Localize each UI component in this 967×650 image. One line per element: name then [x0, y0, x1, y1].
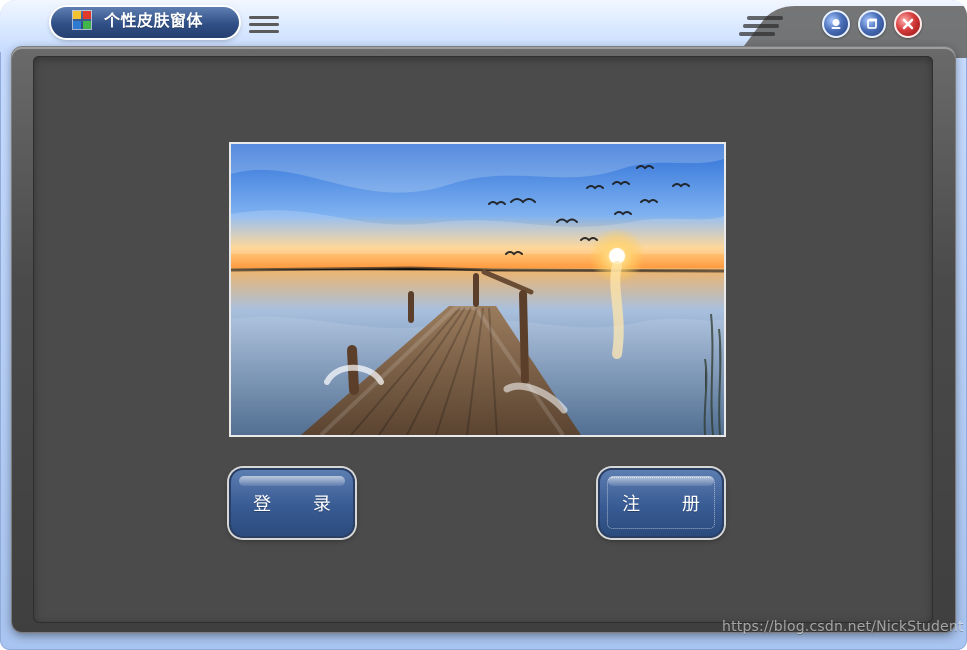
app-icon: [72, 10, 92, 30]
restore-icon: [867, 18, 877, 29]
app-window: 个性皮肤窗体 登 录 注 册 https://blog.csdn.net/Nic…: [0, 0, 967, 650]
login-button[interactable]: 登 录: [229, 468, 355, 538]
close-button[interactable]: [894, 10, 922, 38]
window-title: 个性皮肤窗体: [104, 11, 204, 30]
register-button[interactable]: 注 册: [598, 468, 724, 538]
sunset-dock-image: [231, 144, 724, 435]
hero-image: [229, 142, 726, 437]
close-icon: [902, 18, 914, 30]
minimize-button[interactable]: [822, 10, 850, 38]
menu-icon[interactable]: [248, 12, 280, 36]
register-button-label: 注 册: [622, 494, 718, 515]
minimize-icon: [831, 18, 841, 29]
restore-button[interactable]: [858, 10, 886, 38]
login-button-label: 登 录: [253, 494, 349, 515]
